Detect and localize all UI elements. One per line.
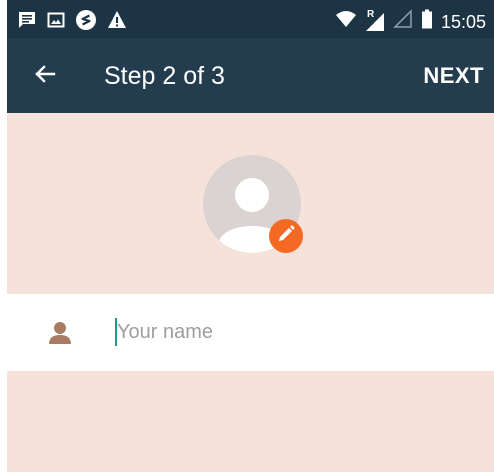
notification-icons bbox=[17, 9, 127, 36]
edit-photo-button[interactable] bbox=[269, 219, 303, 253]
battery-icon bbox=[421, 9, 433, 34]
pencil-icon bbox=[277, 224, 295, 248]
person-icon bbox=[47, 321, 73, 345]
wifi-icon bbox=[335, 10, 357, 33]
message-icon bbox=[17, 10, 37, 35]
next-button[interactable]: NEXT bbox=[423, 62, 484, 90]
circle-s-icon bbox=[75, 9, 97, 36]
system-icons: R 15:05 bbox=[335, 9, 486, 34]
signal-empty-icon bbox=[393, 9, 413, 34]
status-bar: R 15:05 bbox=[7, 0, 494, 38]
signal-roaming-icon: R bbox=[365, 8, 385, 32]
name-field-row bbox=[7, 294, 494, 371]
roaming-label: R bbox=[366, 8, 375, 20]
warning-icon bbox=[107, 10, 127, 35]
app-toolbar: Step 2 of 3 NEXT bbox=[7, 38, 494, 113]
back-button[interactable] bbox=[29, 60, 61, 92]
image-icon bbox=[47, 11, 65, 34]
status-time: 15:05 bbox=[440, 11, 486, 32]
app-frame: R 15:05 Step 2 of 3 NEXT Your name bbox=[7, 0, 494, 472]
page-title: Step 2 of 3 bbox=[104, 62, 225, 90]
arrow-left-icon bbox=[33, 62, 57, 91]
profile-photo-section bbox=[7, 113, 494, 294]
name-input[interactable] bbox=[114, 316, 477, 348]
text-cursor bbox=[115, 318, 117, 346]
